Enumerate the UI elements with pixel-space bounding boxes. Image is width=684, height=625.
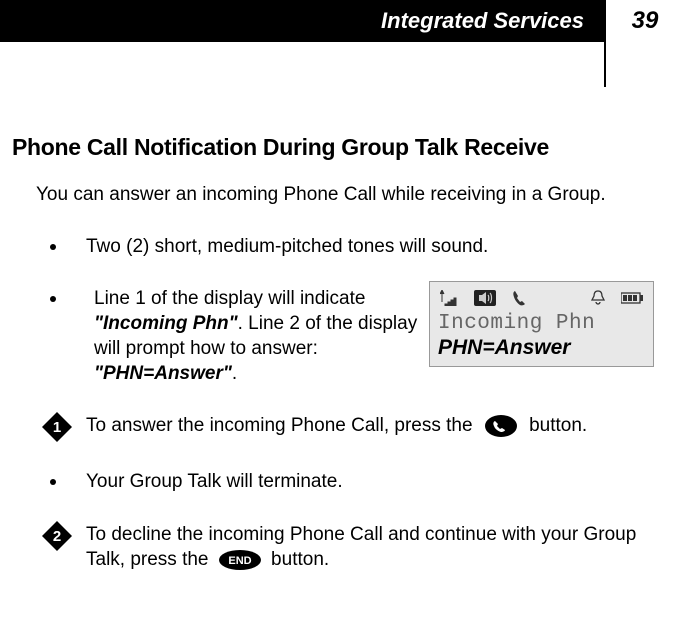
end-label: END [228, 555, 251, 567]
bullet-icon [50, 479, 56, 485]
text-part: To answer the incoming Phone Call, press… [86, 415, 478, 436]
bullet-text: Two (2) short, medium-pitched tones will… [86, 235, 654, 260]
bullet-item: Your Group Talk will terminate. [50, 470, 654, 495]
step-number: 2 [53, 528, 61, 545]
display-line-1: Incoming Phn [438, 312, 645, 335]
end-button-icon: END [218, 549, 262, 571]
bullet-text: Line 1 of the display will indicate "Inc… [94, 287, 421, 386]
text-part: . [232, 363, 237, 384]
signal-icon [440, 290, 458, 306]
content: Phone Call Notification During Group Tal… [0, 134, 684, 572]
section-title: Phone Call Notification During Group Tal… [12, 134, 654, 161]
page-header: Integrated Services 39 [0, 0, 684, 42]
phone-handset-icon [512, 290, 526, 306]
text-part: Line 1 of the display will indicate [94, 288, 365, 309]
emphasis-text: "PHN=Answer" [94, 363, 232, 384]
step-number-badge: 1 [42, 412, 72, 442]
text-part: To decline the incoming Phone Call and c… [86, 524, 636, 570]
intro-text: You can answer an incoming Phone Call wh… [36, 183, 654, 207]
bell-icon [591, 290, 605, 306]
page-number-box: 39 [604, 0, 684, 42]
display-line-2: PHN=Answer [438, 336, 645, 360]
display-status-icons [438, 288, 645, 308]
bullet-item: Two (2) short, medium-pitched tones will… [50, 235, 654, 260]
battery-icon [621, 292, 643, 304]
emphasis-text: "Incoming Phn" [94, 313, 238, 334]
step-text: To decline the incoming Phone Call and c… [86, 523, 654, 572]
bullet-text: Your Group Talk will terminate. [86, 470, 654, 495]
step-text: To answer the incoming Phone Call, press… [86, 414, 654, 439]
step-number-badge: 2 [42, 521, 72, 551]
text-part: button. [524, 415, 587, 436]
bullet-icon [50, 296, 56, 302]
phone-button-icon [484, 414, 518, 438]
step-item: 1 To answer the incoming Phone Call, pre… [42, 414, 654, 442]
page-number: 39 [632, 7, 659, 35]
header-title: Integrated Services [381, 8, 584, 34]
step-number: 1 [53, 419, 61, 436]
header-divider [604, 42, 606, 87]
text-part: button. [266, 549, 329, 570]
step-item: 2 To decline the incoming Phone Call and… [42, 523, 654, 572]
phone-display: Incoming Phn PHN=Answer [429, 281, 654, 367]
header-bar: Integrated Services [0, 0, 604, 42]
bullet-icon [50, 244, 56, 250]
bullet-item: Line 1 of the display will indicate "Inc… [50, 287, 654, 386]
speaker-icon [474, 290, 496, 306]
